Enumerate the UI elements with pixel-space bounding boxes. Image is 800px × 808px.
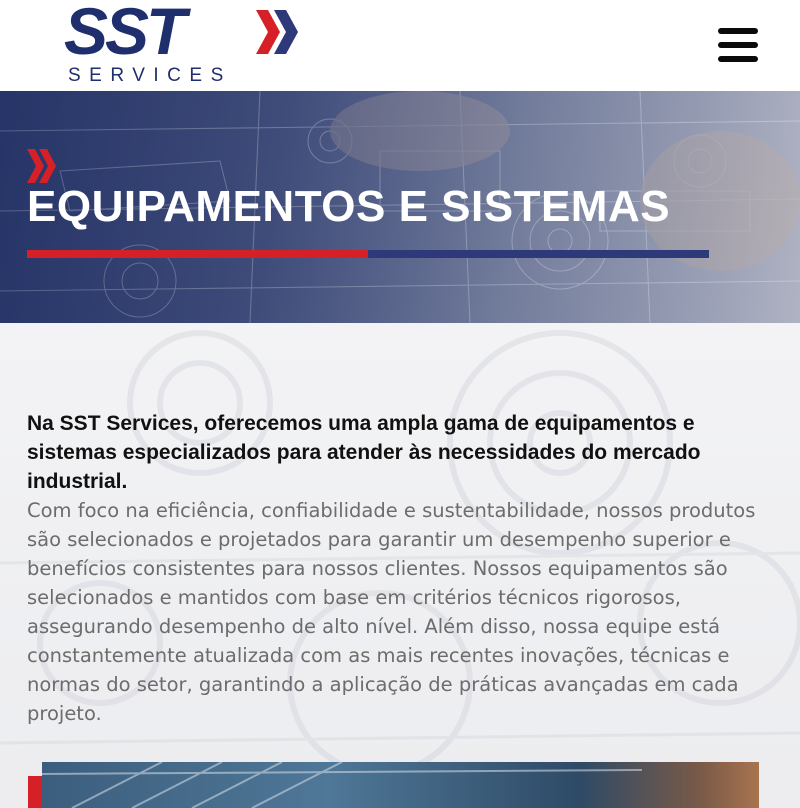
logo-chevron-icon xyxy=(256,10,298,54)
hero-banner: EQUIPAMENTOS E SISTEMAS xyxy=(0,91,800,323)
industrial-photo xyxy=(42,762,759,808)
intro-paragraph: Com foco na eficiência, confiabilidade e… xyxy=(27,499,756,725)
double-chevron-right-icon xyxy=(27,149,56,183)
logo-subtext: SERVICES xyxy=(68,65,232,86)
title-underline-red xyxy=(27,250,368,258)
logo-wordmark: SST xyxy=(64,0,186,68)
page-title: EQUIPAMENTOS E SISTEMAS xyxy=(27,182,671,231)
hamburger-icon[interactable] xyxy=(718,28,758,62)
title-underline-blue xyxy=(368,250,709,258)
sst-services-logo[interactable]: SST SERVICES xyxy=(64,0,308,88)
intro-section: Na SST Services, oferecemos uma ampla ga… xyxy=(0,323,800,808)
site-header: SST SERVICES xyxy=(0,0,800,91)
photo-detail xyxy=(42,762,643,808)
intro-heading: Na SST Services, oferecemos uma ampla ga… xyxy=(27,412,701,493)
